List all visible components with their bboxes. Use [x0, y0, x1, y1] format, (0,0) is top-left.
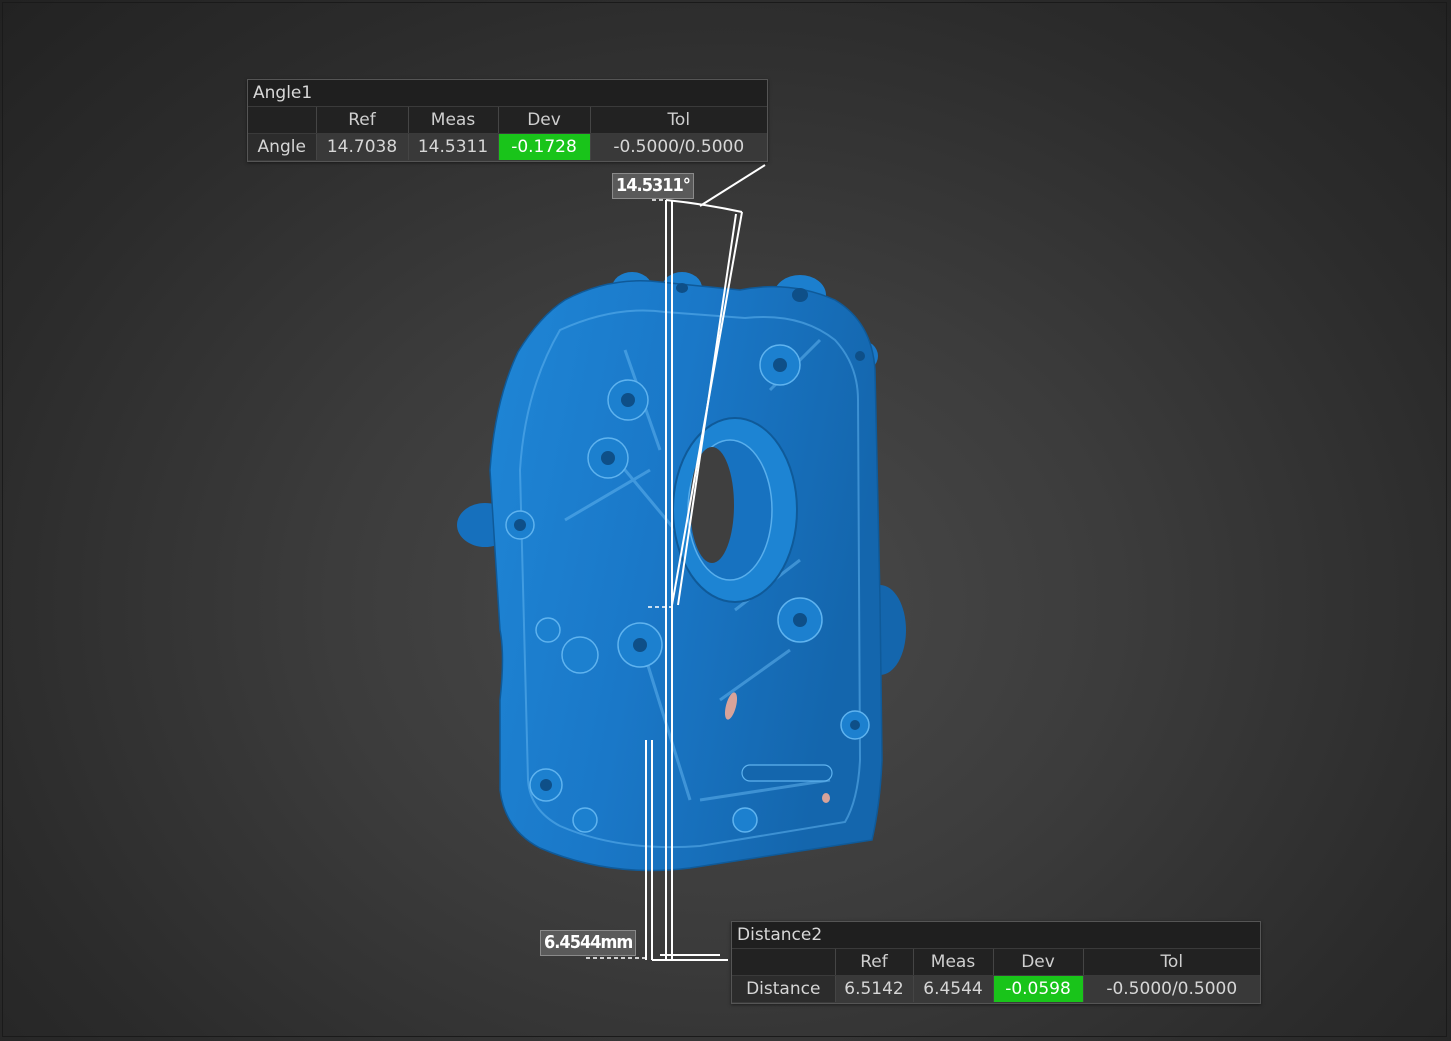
angle-header-blank [248, 107, 317, 134]
distance-header-ref: Ref [835, 949, 914, 976]
angle-data-row: Angle 14.7038 14.5311 -0.1728 -0.5000/0.… [248, 133, 767, 161]
distance-callout-table: Ref Meas Dev Tol Distance 6.5142 6.4544 … [732, 949, 1260, 1003]
angle-header-ref: Ref [316, 107, 409, 134]
distance-header-dev: Dev [993, 949, 1084, 976]
distance-tol-value: -0.5000/0.5000 [1083, 975, 1260, 1003]
deviation-spot [822, 793, 830, 803]
angle-callout-panel[interactable]: Angle1 Ref Meas Dev Tol Angle 14.7038 14… [247, 79, 768, 162]
angle-callout-table: Ref Meas Dev Tol Angle 14.7038 14.5311 -… [248, 107, 767, 161]
distance-dev-value: -0.0598 [993, 975, 1084, 1003]
angle-header-meas: Meas [408, 107, 499, 134]
distance-row-label: Distance [732, 975, 836, 1003]
part-slot [741, 764, 833, 782]
angle-ref-value: 14.7038 [316, 133, 409, 161]
distance-dimension-label[interactable]: 6.4544mm [540, 930, 637, 956]
distance-header-meas: Meas [913, 949, 994, 976]
distance-callout-title: Distance2 [732, 922, 1260, 949]
angle-header-dev: Dev [498, 107, 591, 134]
distance-header-blank [732, 949, 836, 976]
angle-row-label: Angle [248, 133, 317, 161]
angle-callout-title: Angle1 [248, 80, 767, 107]
angle-header-tol: Tol [590, 107, 767, 134]
angle-header-row: Ref Meas Dev Tol [248, 107, 767, 134]
angle-dimension-label[interactable]: 14.5311° [612, 173, 694, 199]
distance-ref-value: 6.5142 [835, 975, 914, 1003]
angle-dev-value: -0.1728 [498, 133, 591, 161]
scanned-part-model[interactable] [457, 272, 906, 872]
distance-header-tol: Tol [1083, 949, 1260, 976]
distance-header-row: Ref Meas Dev Tol [732, 949, 1260, 976]
angle-tol-value: -0.5000/0.5000 [590, 133, 767, 161]
angle-meas-value: 14.5311 [408, 133, 499, 161]
distance-callout-panel[interactable]: Distance2 Ref Meas Dev Tol Distance 6.51… [731, 921, 1261, 1004]
distance-meas-value: 6.4544 [913, 975, 994, 1003]
distance-data-row: Distance 6.5142 6.4544 -0.0598 -0.5000/0… [732, 975, 1260, 1003]
